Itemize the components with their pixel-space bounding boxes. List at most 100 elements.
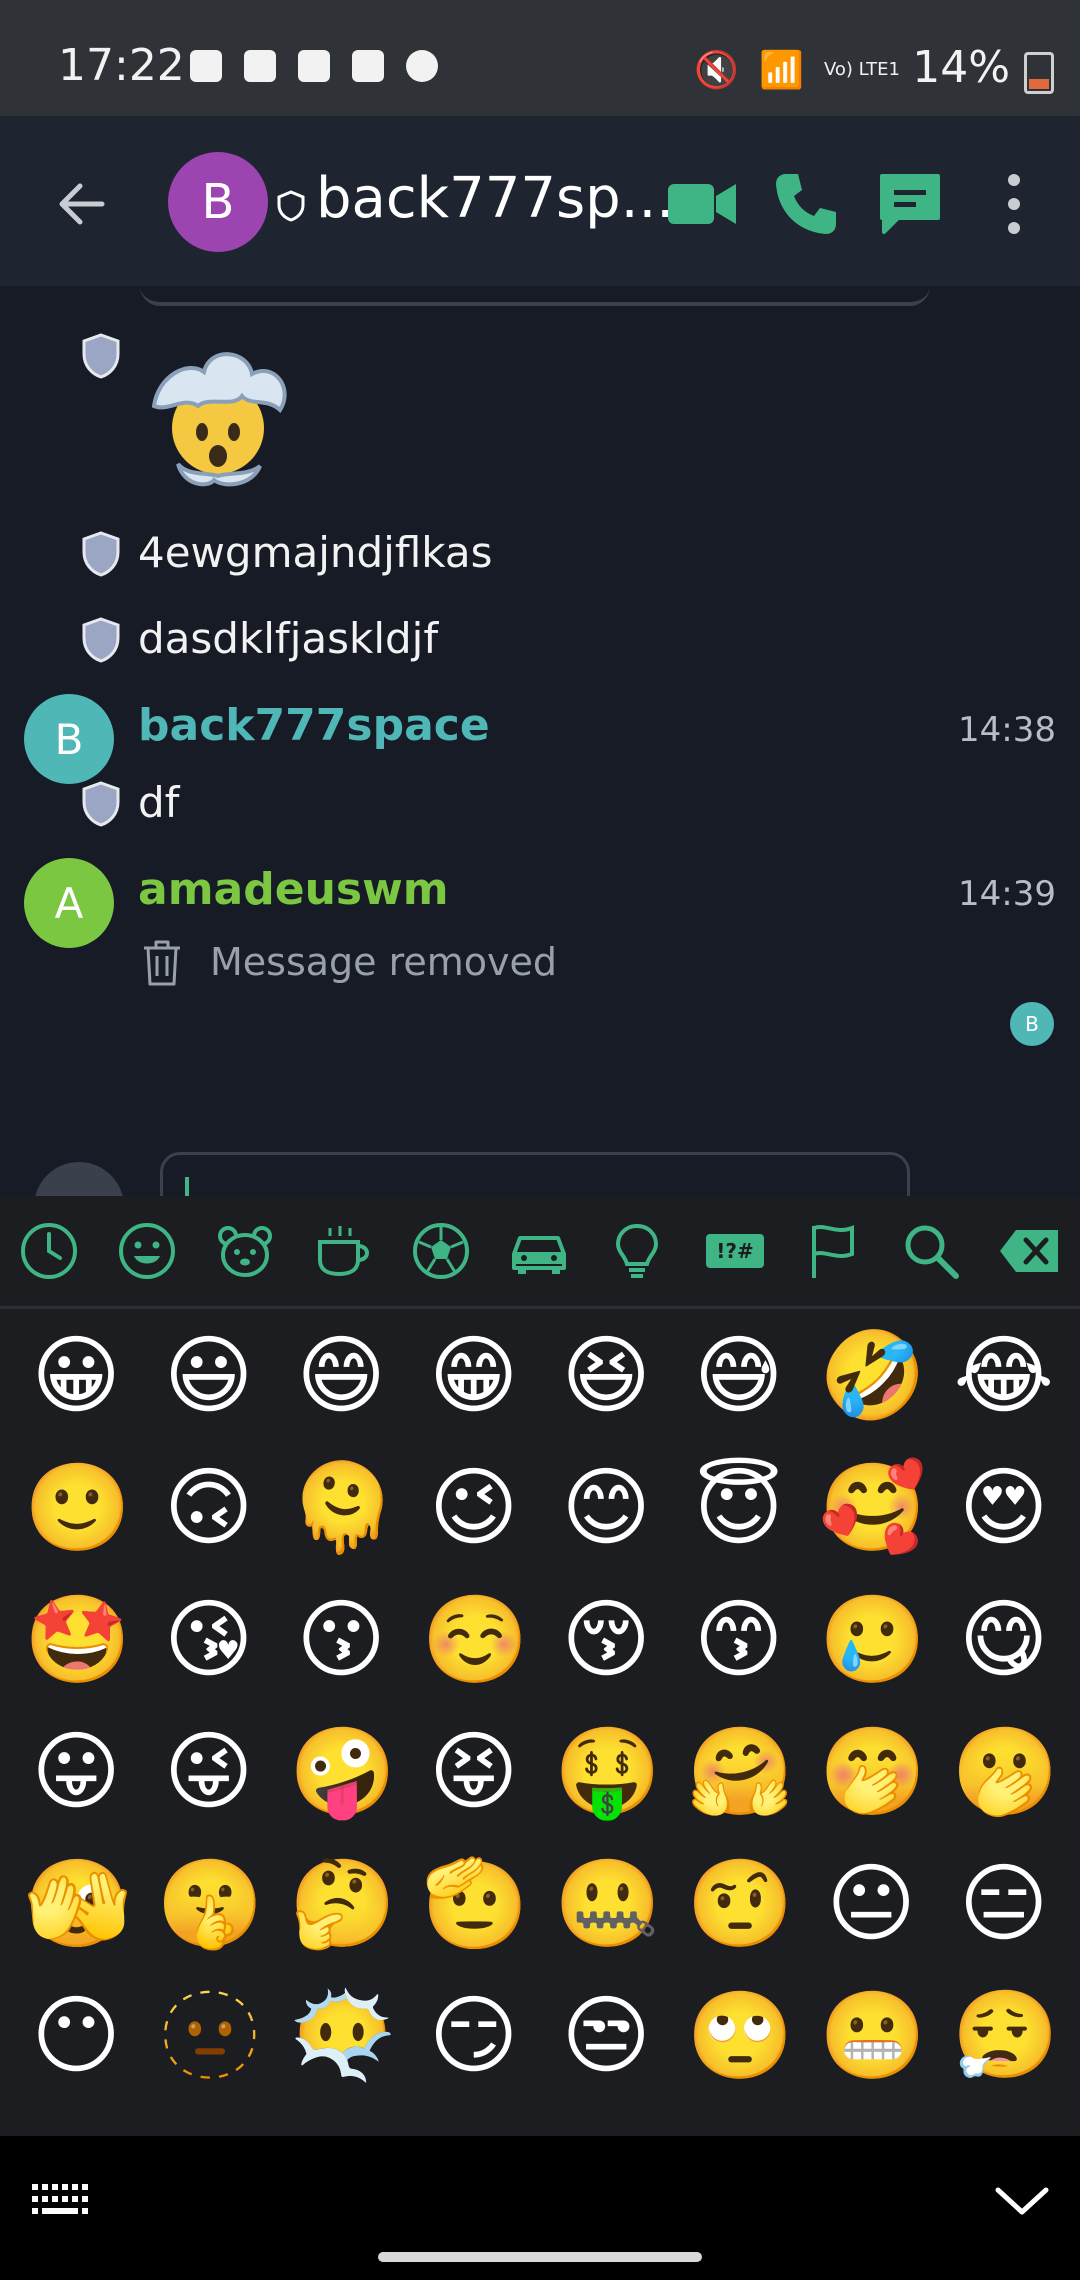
attachment-button[interactable]	[34, 1162, 124, 1196]
message-body[interactable]: 4ewgmajndjflkas	[138, 528, 493, 577]
read-receipt-avatar[interactable]: B	[1010, 1002, 1054, 1046]
emoji-search-button[interactable]	[882, 1196, 980, 1306]
shield-icon	[82, 617, 120, 663]
emoji-key[interactable]: 🤗	[687, 1720, 794, 1824]
emoji-key[interactable]: 🤐	[554, 1852, 661, 1956]
svg-text:!?#: !?#	[716, 1239, 753, 1263]
emoji-keyboard: !?# 😀 😃 😄 😁 😆 😅 🤣 😂 🙂 🙃 🫠 😉 �	[0, 1196, 1080, 2136]
emoji-row: 🤩 😘 😗 ☺️ 😚 😙 🥲 😋	[0, 1574, 1080, 1706]
emoji-key[interactable]: 😶	[24, 1984, 128, 2088]
emoji-key[interactable]: 🥲	[819, 1588, 926, 1692]
category-smileys[interactable]	[98, 1196, 196, 1306]
shield-icon	[82, 781, 120, 827]
emoji-key[interactable]: ☺️	[422, 1588, 529, 1692]
category-recent[interactable]	[0, 1196, 98, 1306]
category-flags[interactable]	[784, 1196, 882, 1306]
category-animals[interactable]	[196, 1196, 294, 1306]
emoji-key[interactable]: 😙	[687, 1588, 791, 1692]
emoji-key[interactable]: 🤭	[819, 1720, 926, 1824]
emoji-key[interactable]: 😃	[157, 1324, 261, 1428]
category-symbols[interactable]: !?#	[686, 1196, 784, 1306]
message-timestamp: 14:38	[958, 710, 1056, 750]
emoji-key[interactable]: 😶‍🌫️	[289, 1984, 396, 2088]
emoji-key[interactable]: 😉	[422, 1456, 526, 1560]
flags-icon	[812, 1225, 854, 1278]
emoji-key[interactable]: 😁	[422, 1324, 526, 1428]
category-objects[interactable]	[588, 1196, 686, 1306]
emoji-key[interactable]: 😆	[554, 1324, 658, 1428]
room-avatar[interactable]: B	[168, 152, 268, 252]
emoji-key[interactable]: 😋	[952, 1588, 1056, 1692]
emoji-key[interactable]: 😄	[289, 1324, 393, 1428]
emoji-key[interactable]: 😂	[952, 1324, 1056, 1428]
emoji-key[interactable]: 🤩	[24, 1588, 131, 1692]
category-travel[interactable]	[490, 1196, 588, 1306]
emoji-key[interactable]: 😑	[952, 1852, 1056, 1956]
emoji-key[interactable]: 😅	[687, 1324, 791, 1428]
mute-icon: 🔇	[694, 50, 740, 91]
sender-name[interactable]: amadeuswm	[138, 864, 449, 915]
emoji-key[interactable]: 😜	[157, 1720, 261, 1824]
category-activity[interactable]	[392, 1196, 490, 1306]
message-timestamp: 14:39	[958, 874, 1056, 914]
emoji-key[interactable]: 😗	[289, 1588, 393, 1692]
navigation-bar	[0, 2136, 1080, 2280]
chevron-down-icon[interactable]	[994, 2180, 1050, 2220]
sender-avatar[interactable]: A	[24, 858, 114, 948]
emoji-key[interactable]: 🫣	[24, 1852, 131, 1956]
video-call-icon[interactable]	[664, 166, 740, 242]
back-arrow-icon[interactable]	[56, 178, 108, 230]
keyboard-icon[interactable]	[30, 2180, 94, 2220]
threads-icon[interactable]	[872, 166, 948, 242]
emoji-key[interactable]: 😐	[819, 1852, 923, 1956]
battery-icon	[1024, 52, 1054, 94]
emoji-key[interactable]: 🤣	[819, 1324, 926, 1428]
emoji-key[interactable]: 🤫	[157, 1852, 264, 1956]
emoji-key[interactable]: 🤑	[554, 1720, 661, 1824]
more-options-icon[interactable]	[976, 166, 1052, 242]
food-icon	[318, 1226, 369, 1277]
emoji-key[interactable]: 😇	[687, 1456, 791, 1560]
network-label: Vo) LTE1	[823, 59, 900, 80]
room-name[interactable]: back777sp...	[316, 166, 674, 231]
emoji-key[interactable]: 🙄	[687, 1984, 794, 2088]
message-body[interactable]: df	[138, 778, 179, 827]
emoji-key[interactable]: 😏	[422, 1984, 526, 2088]
emoji-key[interactable]: 😍	[952, 1456, 1056, 1560]
emoji-key[interactable]: 😬	[819, 1984, 926, 2088]
emoji-key[interactable]: 😮‍💨	[952, 1984, 1059, 2088]
emoji-key[interactable]: 🤨	[687, 1852, 794, 1956]
emoji-key[interactable]: 🫢	[952, 1720, 1059, 1824]
emoji-key[interactable]: 🤪	[289, 1720, 396, 1824]
emoji-key[interactable]: 🫠	[289, 1456, 396, 1560]
emoji-key[interactable]: 😒	[554, 1984, 658, 2088]
emoji-key[interactable]: 😘	[157, 1588, 261, 1692]
voice-call-icon[interactable]	[768, 166, 844, 242]
category-food[interactable]	[294, 1196, 392, 1306]
message-timeline[interactable]: 4ewgmajndjflkas dasdklfjaskldjf B back77…	[0, 286, 1080, 1196]
notification-icons	[190, 50, 438, 82]
emoji-key[interactable]: 😝	[422, 1720, 526, 1824]
backspace-icon	[1000, 1230, 1058, 1272]
home-gesture-bar[interactable]	[378, 2252, 702, 2262]
emoji-key[interactable]: 🙃	[157, 1456, 261, 1560]
sender-avatar[interactable]: B	[24, 694, 114, 784]
emoji-key[interactable]: 🤔	[289, 1852, 396, 1956]
emoji-key[interactable]: 🫡	[422, 1852, 529, 1956]
emoji-row: 🙂 🙃 🫠 😉 😊 😇 🥰 😍	[0, 1442, 1080, 1574]
objects-icon	[615, 1223, 659, 1278]
exploding-head-emoji-message[interactable]	[138, 336, 298, 496]
emoji-key[interactable]: 😛	[24, 1720, 128, 1824]
backspace-button[interactable]	[980, 1196, 1078, 1306]
sender-name[interactable]: back777space	[138, 700, 490, 751]
emoji-row: 🫣 🤫 🤔 🫡 🤐 🤨 😐 😑	[0, 1838, 1080, 1970]
message-body[interactable]: dasdklfjaskldjf	[138, 614, 438, 663]
emoji-key[interactable]: 🥰	[819, 1456, 926, 1560]
emoji-key[interactable]: 😚	[554, 1588, 658, 1692]
emoji-key[interactable]: 😊	[554, 1456, 658, 1560]
symbols-icon: !?#	[706, 1234, 764, 1268]
emoji-key[interactable]: 🫥	[157, 1984, 264, 2088]
emoji-key[interactable]: 🙂	[24, 1456, 131, 1560]
message-composer-input[interactable]	[160, 1152, 910, 1196]
emoji-key[interactable]: 😀	[24, 1324, 128, 1428]
